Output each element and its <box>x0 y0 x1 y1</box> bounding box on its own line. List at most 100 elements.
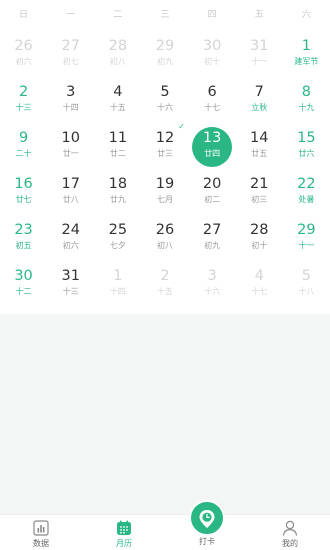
calendar-day[interactable]: 31 十一 <box>237 32 281 78</box>
day-number: 8 <box>301 84 312 100</box>
tab-data-label: 数据 <box>33 539 49 548</box>
day-number: 28 <box>108 38 128 54</box>
bar-chart-icon <box>33 520 49 536</box>
calendar-day[interactable]: 1 十四 <box>96 262 140 308</box>
calendar-day[interactable]: 30 初十 <box>190 32 234 78</box>
day-number: 4 <box>113 84 123 100</box>
calendar-day[interactable]: 9 二十 <box>2 124 46 170</box>
lunar-date: 廿八 <box>62 195 79 204</box>
calendar-day[interactable]: 3 十六 <box>190 262 234 308</box>
calendar-day[interactable]: 23 初五 <box>2 216 46 262</box>
day-number: 17 <box>61 176 80 192</box>
lunar-date: 初九 <box>156 57 173 66</box>
calendar-day[interactable]: 4 十七 <box>237 262 281 308</box>
day-number: 2 <box>160 268 170 284</box>
day-number: 14 <box>250 130 269 146</box>
lunar-date: 初六 <box>15 57 32 66</box>
tab-calendar-label: 月历 <box>116 539 132 548</box>
calendar-day[interactable]: 26 初六 <box>2 32 46 78</box>
calendar-day[interactable]: 16 廿七 <box>2 170 46 216</box>
calendar-day[interactable]: 2 十三 <box>2 78 46 124</box>
user-icon <box>282 520 298 536</box>
calendar-day[interactable]: 4 十五 <box>96 78 140 124</box>
calendar-day[interactable]: 14 廿五 <box>237 124 281 170</box>
calendar-day[interactable]: 11 廿二 <box>96 124 140 170</box>
calendar-day[interactable]: 15 廿六 <box>284 124 328 170</box>
calendar-day[interactable]: 29 初九 <box>143 32 187 78</box>
lunar-date: 十七 <box>204 103 221 112</box>
day-number: 18 <box>108 176 128 192</box>
calendar-day[interactable]: 7 立秋 <box>237 78 281 124</box>
lunar-date: 初五 <box>15 241 32 250</box>
tab-checkin-label: 打卡 <box>199 537 215 546</box>
lunar-date: 十四 <box>62 103 79 112</box>
calendar-day[interactable]: 28 初八 <box>96 32 140 78</box>
day-number: 21 <box>250 176 269 192</box>
calendar-day-selected[interactable]: 13 廿四 <box>190 124 234 170</box>
tab-calendar[interactable]: 月历 <box>99 515 149 550</box>
calendar-day[interactable]: 31 十三 <box>49 262 93 308</box>
calendar-day[interactable]: 18 廿九 <box>96 170 140 216</box>
day-number: 3 <box>207 268 217 284</box>
calendar-day[interactable]: 3 十四 <box>49 78 93 124</box>
day-number: 26 <box>155 222 175 238</box>
calendar-day[interactable]: 26 初八 <box>143 216 187 262</box>
day-number: 1 <box>113 268 123 284</box>
day-number: 13 <box>202 130 222 146</box>
day-number: 27 <box>202 222 222 238</box>
lunar-date: 廿二 <box>109 149 126 158</box>
tab-mine[interactable]: 我的 <box>265 515 315 550</box>
day-number: 29 <box>297 222 316 238</box>
calendar-day[interactable]: 25 七夕 <box>96 216 140 262</box>
lunar-date: 廿一 <box>62 149 79 158</box>
day-number: 23 <box>14 222 33 238</box>
weekday-header: 日 一 二 三 四 五 六 <box>0 0 330 26</box>
calendar-day[interactable]: 27 初九 <box>190 216 234 262</box>
lunar-date: 处暑 <box>298 195 315 204</box>
lunar-date: 十五 <box>109 103 126 112</box>
calendar-day[interactable]: 28 初十 <box>237 216 281 262</box>
calendar-day[interactable]: 27 初七 <box>49 32 93 78</box>
weekday-label: 四 <box>207 9 217 20</box>
calendar-day[interactable]: 8 十九 <box>284 78 328 124</box>
lunar-date: 十一 <box>251 57 268 66</box>
tab-data[interactable]: 数据 <box>16 515 66 550</box>
lunar-date: 十三 <box>15 103 32 112</box>
calendar-day[interactable]: 17 廿八 <box>49 170 93 216</box>
checkin-button[interactable] <box>189 500 225 536</box>
calendar-day[interactable]: 10 廿一 <box>49 124 93 170</box>
lunar-date: 十三 <box>62 287 79 296</box>
day-number: 31 <box>250 38 269 54</box>
calendar-day[interactable]: 5 十八 <box>284 262 328 308</box>
day-number: 2 <box>18 84 29 100</box>
lunar-date: 二十 <box>15 149 32 158</box>
checked-mark-icon: ✓ <box>178 122 185 131</box>
calendar-day[interactable]: 24 初六 <box>49 216 93 262</box>
calendar-day[interactable]: 29 十一 <box>284 216 328 262</box>
day-number: 25 <box>108 222 128 238</box>
calendar-grid: 26 初六 27 初七 28 初八 29 初九 30 初十 31 十一 1 建军节 2 十三 3 十四 4 十五 5 十六… <box>0 32 330 308</box>
lunar-date: 建军节 <box>294 57 319 66</box>
day-number: 27 <box>61 38 80 54</box>
calendar-day[interactable]: 20 初二 <box>190 170 234 216</box>
day-number: 12 <box>155 130 175 146</box>
calendar-day[interactable]: 22 处暑 <box>284 170 328 216</box>
calendar-day[interactable]: 12 廿三 ✓ <box>143 122 187 170</box>
calendar-day[interactable]: 2 十五 <box>143 262 187 308</box>
lunar-date: 初三 <box>251 195 268 204</box>
calendar-day[interactable]: 19 七月 <box>143 170 187 216</box>
calendar-day[interactable]: 1 建军节 <box>284 32 328 78</box>
day-number: 10 <box>61 130 80 146</box>
lunar-date: 十四 <box>109 287 126 296</box>
calendar-day[interactable]: 6 十七 <box>190 78 234 124</box>
day-number: 6 <box>207 84 217 100</box>
calendar-day[interactable]: 21 初三 <box>237 170 281 216</box>
weekday-label: 一 <box>66 9 76 20</box>
day-number: 29 <box>155 38 175 54</box>
lunar-date: 廿三 <box>156 149 173 158</box>
calendar-day[interactable]: 30 十二 <box>2 262 46 308</box>
calendar-day[interactable]: 5 十六 <box>143 78 187 124</box>
lunar-date: 廿七 <box>15 195 32 204</box>
clock-pin-icon <box>199 510 215 528</box>
lunar-date: 十六 <box>204 287 221 296</box>
